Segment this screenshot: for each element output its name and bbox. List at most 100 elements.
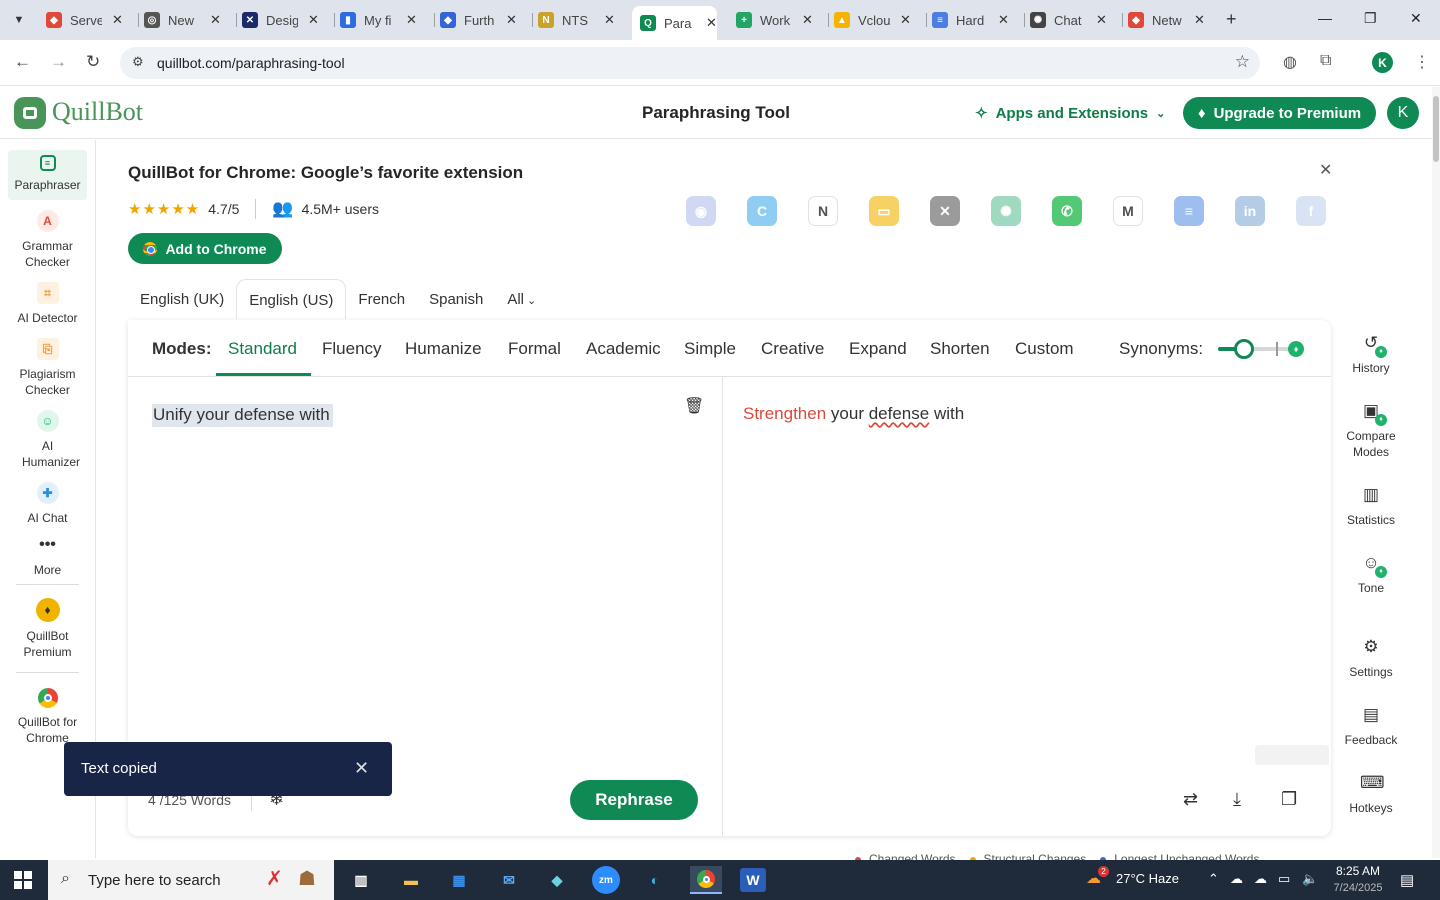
tab-close-icon[interactable]: ✕: [1096, 12, 1107, 28]
user-avatar[interactable]: K: [1387, 97, 1419, 129]
windows-start-icon[interactable]: [14, 871, 32, 889]
output-text[interactable]: Strengthen your defense with: [743, 404, 964, 424]
mode-tab[interactable]: Expand: [849, 339, 907, 359]
toast-close-icon[interactable]: ✕: [354, 758, 369, 779]
forward-arrow-icon[interactable]: →: [50, 52, 67, 72]
app-diamond-icon[interactable]: ◆: [542, 866, 572, 894]
rephrase-button[interactable]: Rephrase: [570, 780, 698, 820]
address-bar[interactable]: ⚙ quillbot.com/paraphrasing-tool ☆: [120, 47, 1260, 79]
taskbar-search-box[interactable]: ⌕ Type here to search ✗ ☗: [48, 860, 334, 900]
taskbar-clock[interactable]: 8:25 AM 7/24/2025: [1326, 863, 1390, 897]
microsoft-store-icon[interactable]: ▦: [444, 866, 474, 894]
tab-close-icon[interactable]: ✕: [210, 12, 221, 28]
extensions-puzzle-icon[interactable]: ⧉: [1320, 52, 1331, 70]
right-tool-feedback[interactable]: ▤ Feedback: [1340, 704, 1402, 748]
mode-tab[interactable]: Humanize: [405, 339, 482, 359]
output-pane[interactable]: Strengthen your defense with ⇄ ⤓ ❐: [722, 377, 1331, 836]
right-tool-settings[interactable]: ⚙ Settings: [1340, 636, 1402, 680]
minimize-icon[interactable]: —: [1318, 10, 1332, 26]
synonyms-slider[interactable]: [1218, 339, 1296, 359]
tab-close-icon[interactable]: ✕: [802, 12, 813, 28]
sidebar-item-ai-humanizer[interactable]: ☺ AI Humanizer: [8, 410, 87, 470]
right-tool-history[interactable]: ↺ ♦ History: [1340, 332, 1402, 376]
mode-tab[interactable]: Creative: [761, 339, 824, 359]
browser-tab[interactable]: ◆ Furth ✕: [440, 6, 517, 34]
mode-tab[interactable]: Custom: [1015, 339, 1074, 359]
edge-icon[interactable]: ◐: [640, 866, 670, 894]
tab-close-icon[interactable]: ✕: [1194, 12, 1205, 28]
language-tab[interactable]: Spanish: [417, 279, 495, 319]
sidebar-item-paraphraser[interactable]: ≡ Paraphraser: [8, 150, 87, 200]
reload-icon[interactable]: ↻: [86, 52, 100, 72]
flagged-word[interactable]: defense: [869, 404, 930, 423]
restore-icon[interactable]: ❐: [1364, 10, 1377, 27]
notifications-icon[interactable]: ▤: [1400, 871, 1414, 889]
word-icon[interactable]: W: [740, 868, 766, 892]
mail-icon[interactable]: ✉: [494, 866, 524, 894]
sidebar-item-premium[interactable]: ♦ QuillBot Premium: [8, 598, 87, 660]
volume-icon[interactable]: 🔈: [1302, 871, 1318, 887]
tab-close-icon[interactable]: ✕: [900, 12, 911, 28]
tray-cloud-icon[interactable]: ☁: [1254, 871, 1267, 887]
translate-icon[interactable]: ◍: [1283, 52, 1297, 72]
tab-close-icon[interactable]: ✕: [706, 15, 717, 31]
browser-tab[interactable]: ✕ Desig ✕: [242, 6, 319, 34]
sidebar-item-ai-chat[interactable]: ✚ AI Chat: [8, 482, 87, 526]
apps-extensions-menu[interactable]: ✧ Apps and Extensions ⌄: [975, 104, 1165, 123]
mode-tab[interactable]: Fluency: [322, 339, 382, 359]
rate-feedback-icon[interactable]: ⇄: [1183, 789, 1198, 810]
promo-close-icon[interactable]: ✕: [1319, 160, 1332, 180]
window-close-icon[interactable]: ✕: [1410, 10, 1422, 27]
browser-tab[interactable]: + Work ✕: [736, 6, 813, 34]
language-tab[interactable]: English (UK): [128, 279, 236, 319]
chrome-taskbar-icon[interactable]: [690, 866, 722, 894]
browser-tab[interactable]: ◆ Serve ✕: [46, 6, 123, 34]
sidebar-item-grammar-checker[interactable]: A Grammar Checker: [8, 210, 87, 270]
language-tab[interactable]: All ⌄: [495, 279, 548, 319]
browser-tab[interactable]: ≡ Hard ✕: [932, 6, 1009, 34]
sidebar-item-ai-detector[interactable]: ⌗ AI Detector: [8, 282, 87, 326]
mode-tab[interactable]: Academic: [586, 339, 661, 359]
page-scrollbar-track[interactable]: [1432, 87, 1440, 858]
browser-tab[interactable]: ◆ Netw ✕: [1128, 6, 1205, 34]
right-tool-compare-modes[interactable]: ▣ ♦ Compare Modes: [1340, 400, 1402, 460]
browser-tab[interactable]: ✺ Chat ✕: [1030, 6, 1107, 34]
tab-close-icon[interactable]: ✕: [506, 12, 517, 28]
browser-profile-avatar[interactable]: K: [1372, 52, 1393, 73]
url-text[interactable]: quillbot.com/paraphrasing-tool: [157, 55, 345, 71]
tab-close-icon[interactable]: ✕: [604, 12, 615, 28]
language-tab[interactable]: French: [346, 279, 417, 319]
upgrade-premium-button[interactable]: ♦ Upgrade to Premium: [1183, 97, 1376, 129]
sidebar-item-chrome[interactable]: QuillBot for Chrome: [8, 688, 87, 746]
copy-icon[interactable]: ❐: [1281, 789, 1297, 810]
weather-text[interactable]: 27°C Haze: [1116, 871, 1179, 886]
page-scrollbar-thumb[interactable]: [1433, 96, 1439, 162]
changed-word[interactable]: Strengthen: [743, 404, 826, 423]
browser-tab[interactable]: Q Para ✕: [632, 6, 717, 40]
zoom-icon[interactable]: zm: [592, 866, 620, 894]
mode-tab[interactable]: Simple: [684, 339, 736, 359]
file-explorer-icon[interactable]: ▬: [396, 866, 426, 894]
browser-tab[interactable]: ▮ My fi ✕: [340, 6, 417, 34]
tray-network-icon[interactable]: ☁: [1230, 871, 1243, 887]
tab-search-chevron-icon[interactable]: ▼: [6, 8, 32, 32]
right-tool-tone[interactable]: ☺ ♦ Tone: [1340, 552, 1402, 596]
mode-tab[interactable]: Standard: [228, 339, 297, 359]
browser-tab[interactable]: ◎ New ✕: [144, 6, 221, 34]
back-arrow-icon[interactable]: ←: [14, 52, 31, 72]
mode-tab[interactable]: Formal: [508, 339, 561, 359]
sidebar-item-more[interactable]: ••• More: [8, 534, 87, 578]
language-tab[interactable]: English (US): [236, 279, 347, 319]
site-info-icon[interactable]: ⚙: [132, 54, 144, 70]
browser-tab[interactable]: N NTS ✕: [538, 6, 615, 34]
mode-tab[interactable]: Shorten: [930, 339, 990, 359]
tab-close-icon[interactable]: ✕: [406, 12, 417, 28]
bookmark-star-icon[interactable]: ☆: [1235, 52, 1250, 72]
right-tool-hotkeys[interactable]: ⌨ Hotkeys: [1340, 772, 1402, 816]
tab-close-icon[interactable]: ✕: [308, 12, 319, 28]
download-icon[interactable]: ⤓: [1233, 789, 1241, 810]
sidebar-item-plagiarism-checker[interactable]: ⎘ Plagiarism Checker: [8, 338, 87, 398]
synonyms-slider-thumb[interactable]: [1233, 339, 1254, 359]
input-text[interactable]: Unify your defense with: [152, 404, 333, 427]
task-view-icon[interactable]: ▥: [346, 866, 376, 894]
